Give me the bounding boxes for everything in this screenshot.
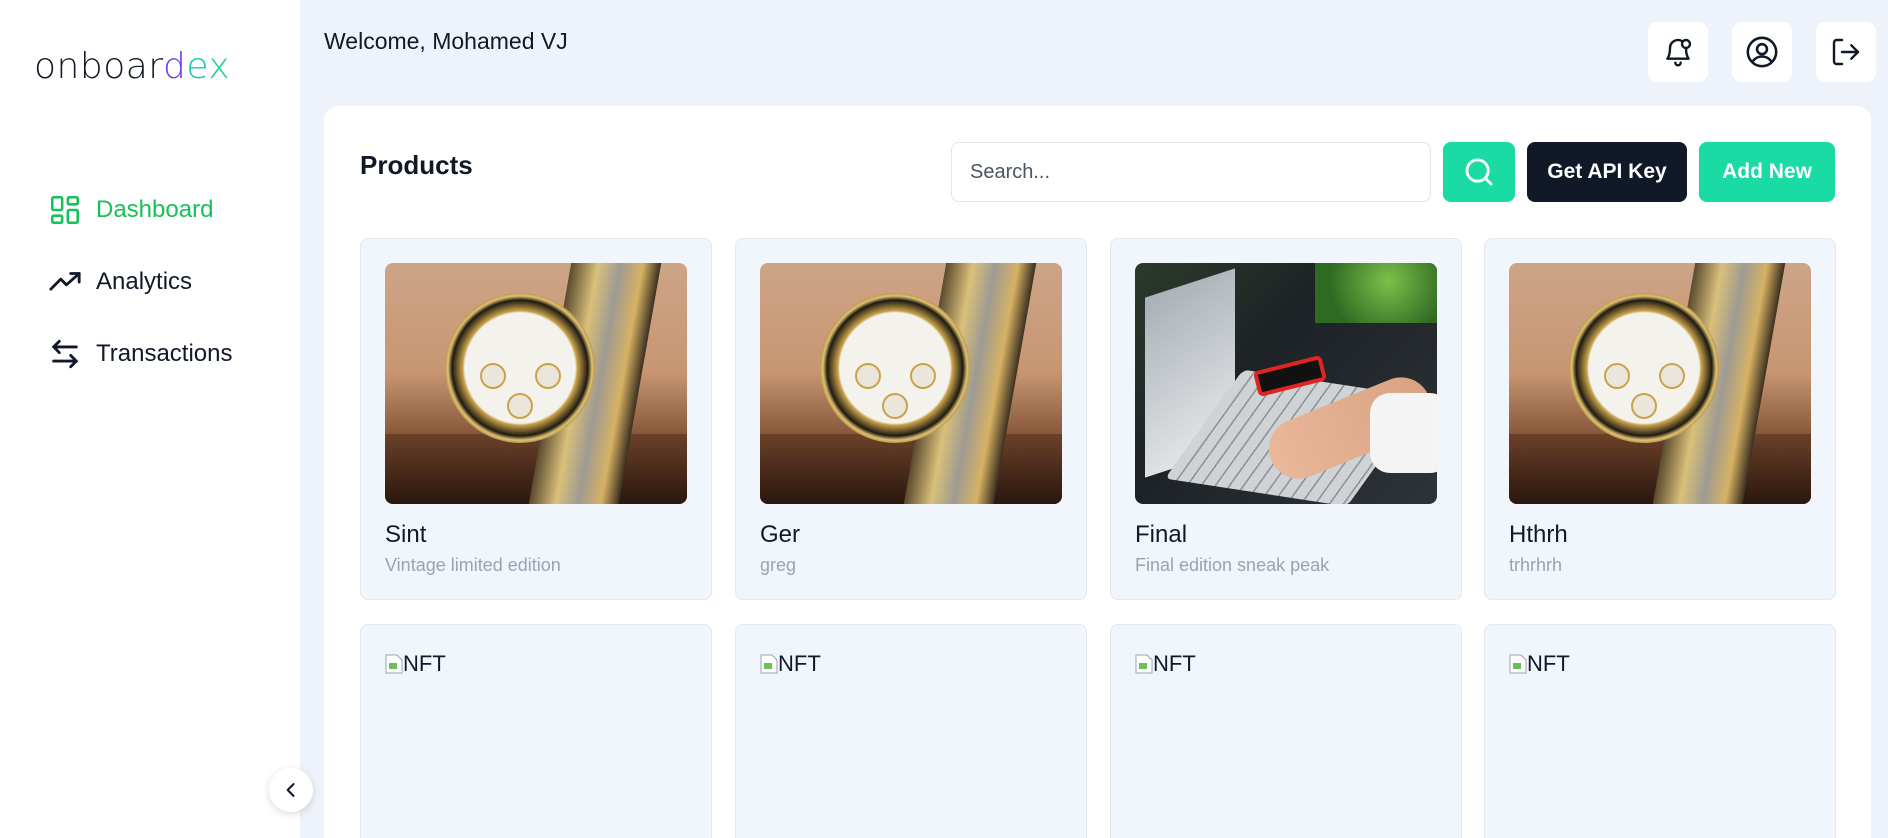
product-name: Final	[1135, 521, 1188, 548]
logout-icon	[1832, 38, 1860, 66]
product-card-broken[interactable]: NFT	[735, 624, 1087, 838]
image-alt-text: NFT	[1527, 651, 1570, 676]
image-alt-text: NFT	[778, 651, 821, 676]
trending-up-icon	[49, 272, 81, 291]
logo-text-x: x	[208, 46, 231, 87]
sidebar-item-analytics[interactable]: Analytics	[48, 262, 233, 302]
logo-text-e: e	[186, 46, 209, 87]
sidebar: onboardex Dashboard Analytics Transactio…	[0, 0, 300, 838]
broken-image: NFT	[1135, 651, 1196, 677]
product-card-final[interactable]: Final Final edition sneak peak	[1110, 238, 1462, 600]
profile-button[interactable]	[1732, 22, 1792, 82]
product-card-broken[interactable]: NFT	[1484, 624, 1836, 838]
product-card-ger[interactable]: Ger greg	[735, 238, 1087, 600]
product-image-watch	[385, 263, 687, 504]
broken-image: NFT	[385, 651, 446, 677]
broken-image-icon	[385, 654, 403, 674]
product-name: Sint	[385, 521, 427, 548]
product-image-watch	[760, 263, 1062, 504]
product-card-hthrh[interactable]: Hthrh trhrhrh	[1484, 238, 1836, 600]
product-name: Hthrh	[1509, 521, 1568, 548]
broken-image: NFT	[760, 651, 821, 677]
sidebar-item-label: Transactions	[96, 340, 233, 367]
search-input[interactable]	[951, 142, 1431, 202]
search-icon	[1465, 158, 1493, 186]
product-image-watch	[1509, 263, 1811, 504]
product-card-broken[interactable]: NFT	[1110, 624, 1462, 838]
header-actions	[1648, 22, 1876, 82]
broken-image-icon	[760, 654, 778, 674]
logo-text-main: onboar	[34, 46, 163, 87]
product-name: Ger	[760, 521, 801, 548]
products-panel: Products Get API Key Add New Sint Vintag…	[324, 106, 1871, 838]
get-api-key-button[interactable]: Get API Key	[1527, 142, 1687, 202]
welcome-message: Welcome, Mohamed VJ	[324, 28, 568, 54]
dashboard-grid-icon	[50, 195, 80, 225]
bell-icon	[1666, 38, 1692, 67]
broken-image: NFT	[1509, 651, 1570, 677]
search-button[interactable]	[1443, 142, 1515, 202]
product-description: Vintage limited edition	[385, 555, 561, 575]
logo-text-d: d	[162, 46, 187, 87]
product-card-sint[interactable]: Sint Vintage limited edition	[360, 238, 712, 600]
product-card-broken[interactable]: NFT	[360, 624, 712, 838]
collapse-sidebar-button[interactable]	[269, 768, 313, 812]
image-alt-text: NFT	[1153, 651, 1196, 676]
app-logo[interactable]: onboardex	[34, 46, 230, 87]
image-alt-text: NFT	[403, 651, 446, 676]
chevron-left-icon	[286, 783, 295, 797]
swap-arrows-icon	[52, 339, 78, 369]
add-new-button[interactable]: Add New	[1699, 142, 1835, 202]
broken-image-icon	[1135, 654, 1153, 674]
sidebar-item-transactions[interactable]: Transactions	[48, 334, 233, 374]
logout-button[interactable]	[1816, 22, 1876, 82]
product-description: greg	[760, 555, 797, 575]
notifications-button[interactable]	[1648, 22, 1708, 82]
sidebar-item-dashboard[interactable]: Dashboard	[48, 190, 233, 230]
product-description: Final edition sneak peak	[1135, 555, 1330, 575]
sidebar-item-label: Analytics	[96, 268, 193, 295]
sidebar-nav: Dashboard Analytics Transactions	[48, 190, 233, 406]
product-image-laptop	[1135, 263, 1437, 504]
page-title: Products	[360, 150, 473, 180]
user-circle-icon	[1746, 36, 1778, 68]
sidebar-item-label: Dashboard	[96, 196, 214, 223]
product-description: trhrhrh	[1509, 555, 1563, 575]
broken-image-icon	[1509, 654, 1527, 674]
